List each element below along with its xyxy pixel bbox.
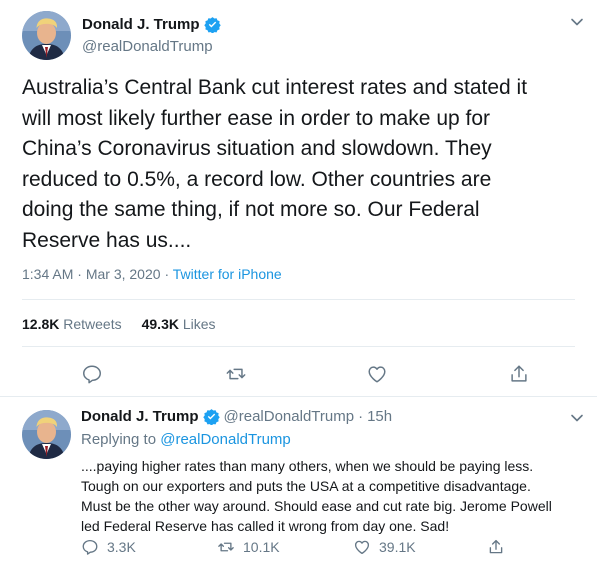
reply-text-line: ....paying higher rates than many others… [81,458,534,474]
author-handle[interactable]: @realDonaldTrump [82,38,213,55]
like-icon [354,540,370,555]
header-separator: · [358,408,364,425]
tweet-text-line: doing the same thing, if not more so. Ou… [22,198,480,221]
reply-text-line: Tough on our exporters and puts the USA … [81,478,531,494]
like-icon [368,366,386,383]
like-button[interactable] [366,363,388,385]
verified-badge-icon [203,16,221,34]
reply-age[interactable]: 15h [367,408,392,425]
reply-text-line: led Federal Reserve has called it wrong … [81,518,450,534]
more-options-chevron-down-icon[interactable] [569,14,585,30]
reply-button[interactable] [81,363,103,385]
reply-retweet-button[interactable]: 10.1K [217,537,280,557]
retweet-icon [226,368,246,380]
author-name[interactable]: Donald J. Trump [82,16,200,33]
reply-text: ....paying higher rates than many others… [81,456,586,536]
reply-author-avatar[interactable] [22,410,71,459]
meta-separator: · [164,266,170,282]
reply-like-button[interactable]: 39.1K [353,537,416,557]
retweets-count: 12.8K [22,316,60,332]
divider [22,299,575,300]
tweet-text: Australia’s Central Bank cut interest ra… [22,73,582,256]
reply-count: 3.3K [107,539,136,555]
verified-badge-icon [202,408,220,426]
tweet-time[interactable]: 1:34 AM [22,266,73,282]
tweet-source-link[interactable]: Twitter for iPhone [173,266,282,282]
divider [22,346,575,347]
replying-to-handle-link[interactable]: @realDonaldTrump [160,431,291,448]
reply-text-line: Must be the other way around. Should eas… [81,498,552,514]
tweet-metadata: 1:34 AM · Mar 3, 2020 · Twitter for iPho… [22,266,282,282]
author-name-row[interactable]: Donald J. Trump [82,16,221,34]
main-tweet: Donald J. Trump @realDonaldTrump Austral… [0,0,597,396]
reply-icon [83,365,101,384]
tweet-date[interactable]: Mar 3, 2020 [86,266,161,282]
share-button[interactable] [508,363,530,385]
like-count: 39.1K [379,539,416,555]
retweet-icon [218,542,234,552]
tweet-separator [0,396,597,397]
share-icon [489,539,503,554]
tweet-text-line: Australia’s Central Bank cut interest ra… [22,76,528,99]
reply-author-handle[interactable]: @realDonaldTrump [224,408,355,425]
reply-icon [82,539,98,555]
retweets-stat[interactable]: 12.8K Retweets [22,316,122,332]
tweet-text-line: reduced to 0.5%, a record low. Other cou… [22,167,492,191]
reply-more-options-chevron-down-icon[interactable] [569,410,585,426]
meta-separator: · [77,266,82,282]
replying-prefix: Replying to [81,431,157,448]
likes-label: Likes [182,316,216,332]
likes-stat[interactable]: 49.3K Likes [142,316,216,332]
tweet-text-line: China’s Coronavirus situation and slowdo… [22,137,492,160]
share-icon [511,365,527,382]
author-avatar[interactable] [22,11,71,60]
reply-share-button[interactable] [487,537,505,557]
tweet-text-line: Reserve has us.... [22,228,192,252]
reply-header: Donald J. Trump @realDonaldTrump · 15h [81,408,392,426]
retweet-count: 10.1K [243,539,280,555]
retweets-label: Retweets [63,316,122,332]
retweet-button[interactable] [225,363,247,385]
reply-author-name[interactable]: Donald J. Trump [81,408,199,425]
replying-to: Replying to @realDonaldTrump [81,431,291,448]
reply-reply-button[interactable]: 3.3K [81,537,136,557]
tweet-text-line: will most likely further ease in order t… [22,106,491,130]
engagement-stats: 12.8K Retweets 49.3K Likes [22,316,216,332]
likes-count: 49.3K [141,316,179,332]
